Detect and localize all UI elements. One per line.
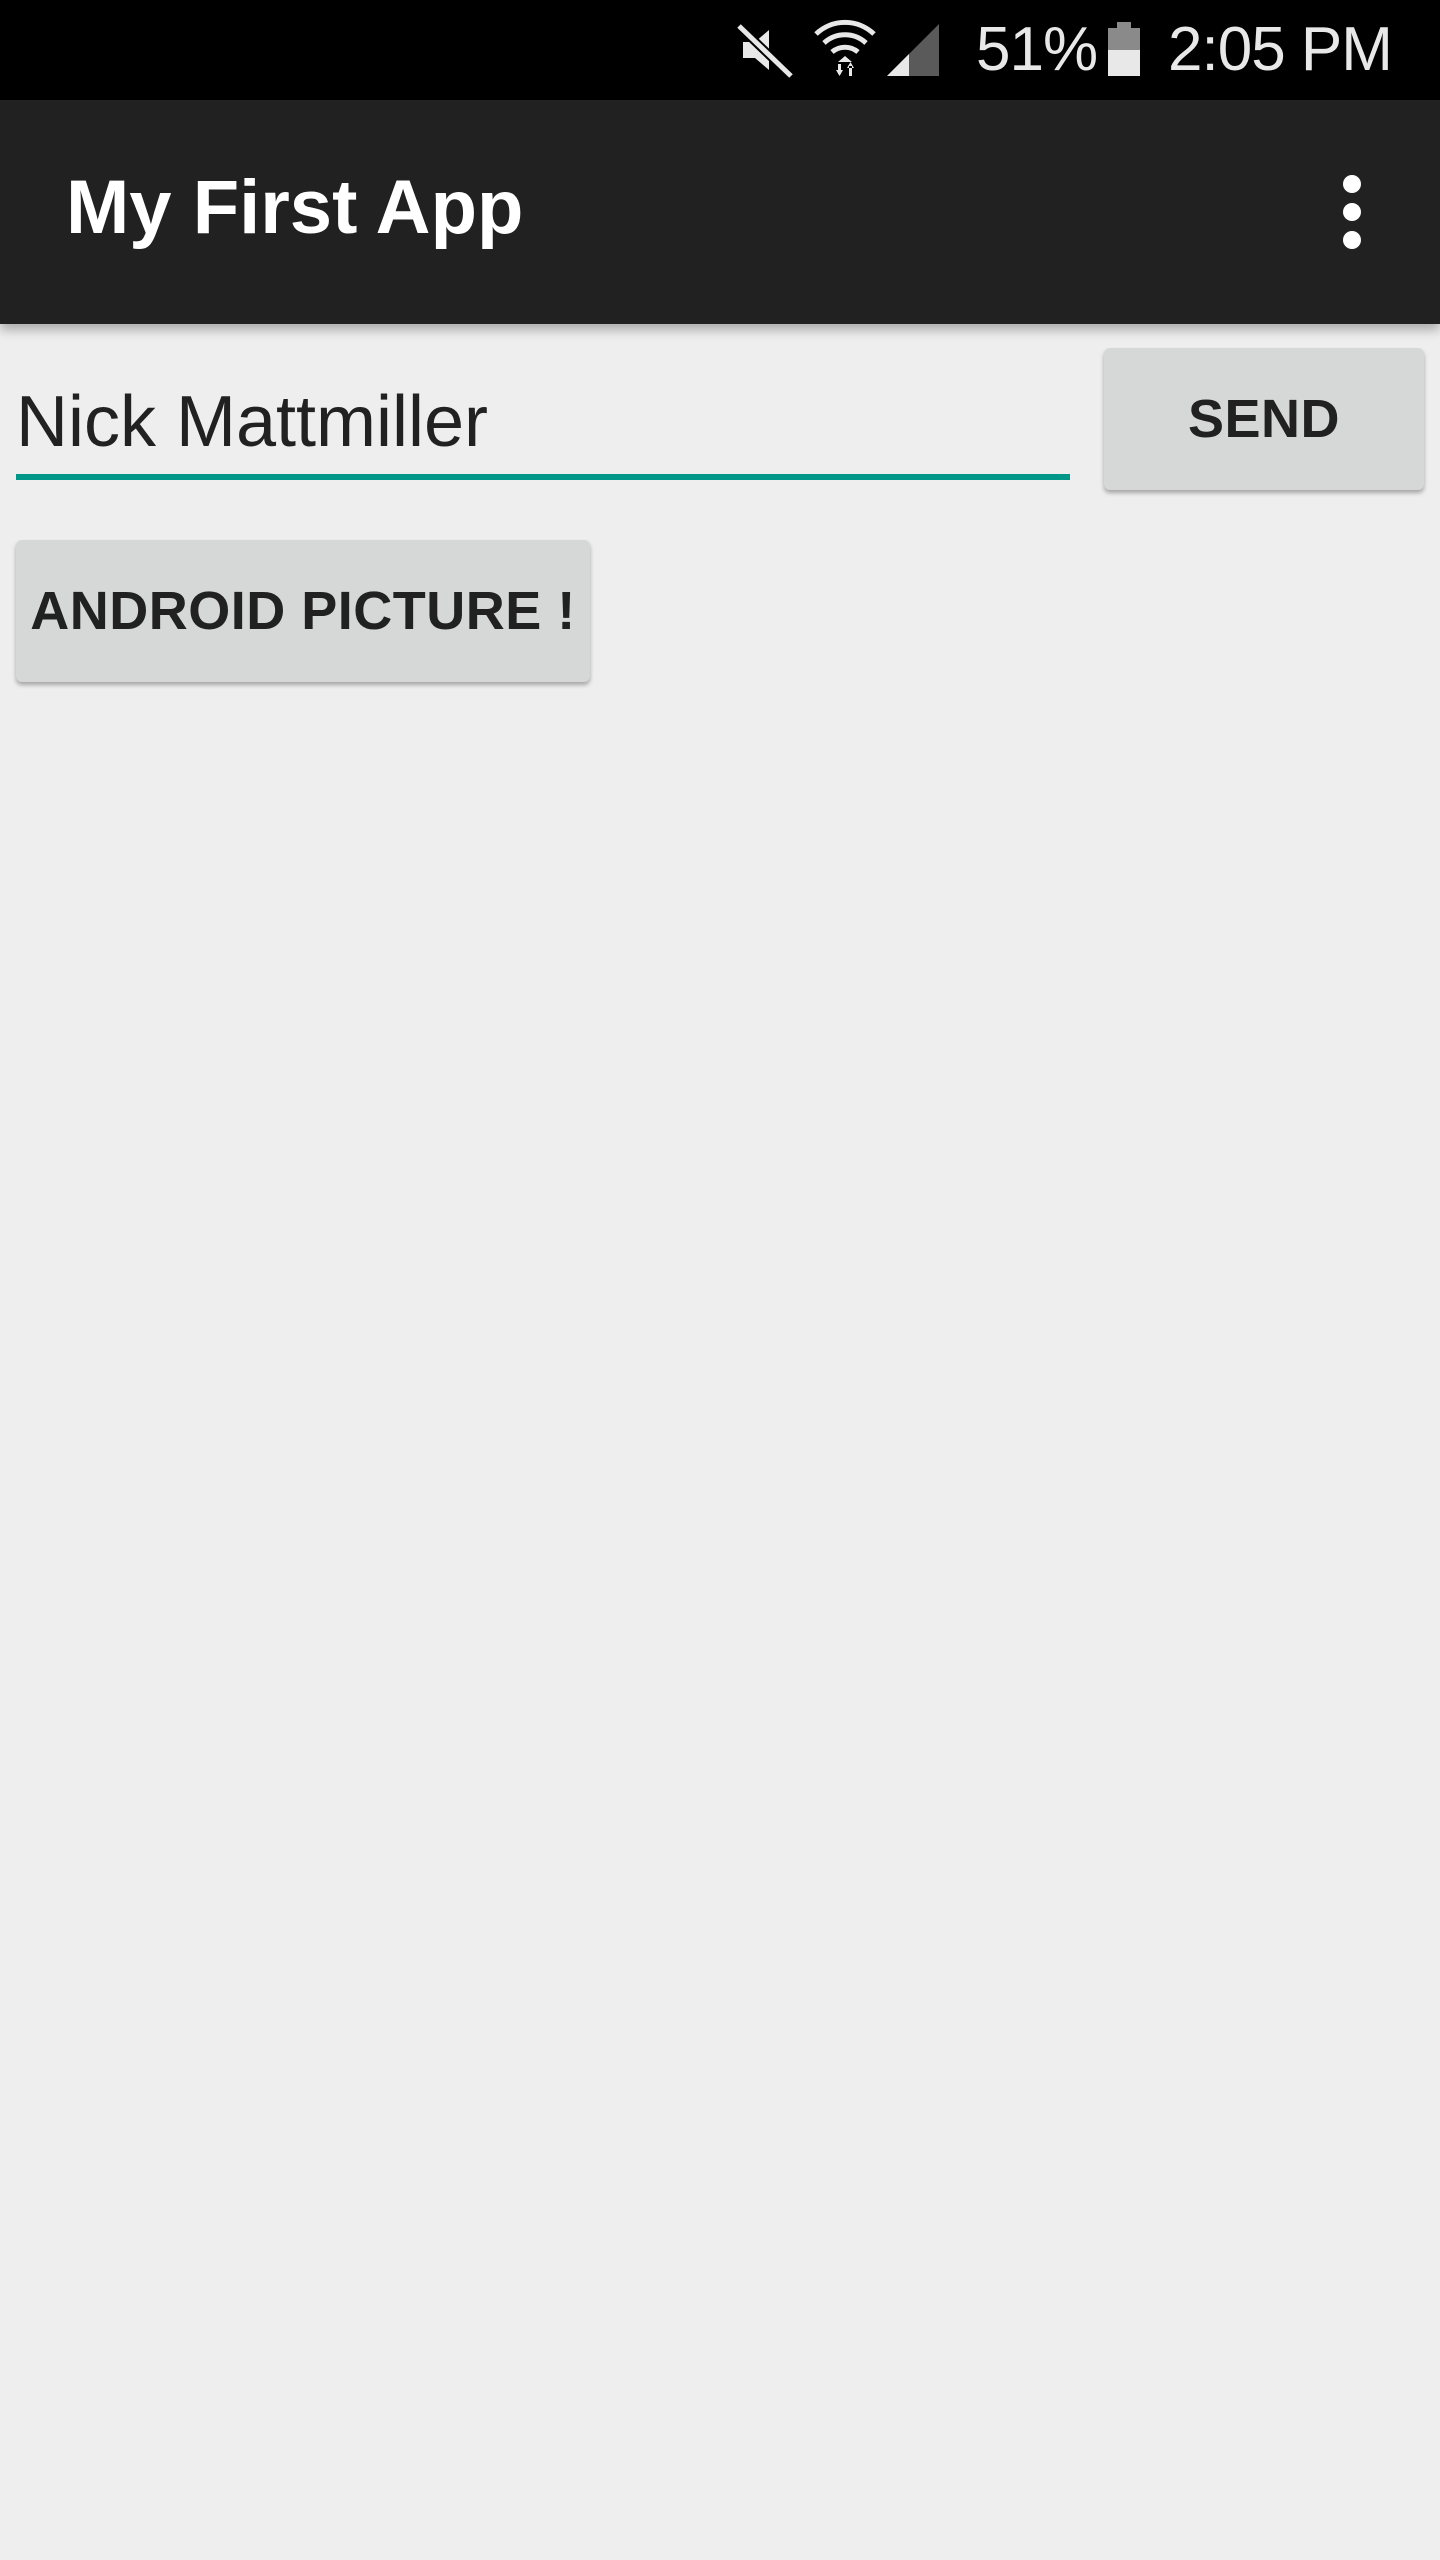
more-vert-icon[interactable]	[1316, 160, 1388, 264]
clock: 2:05 PM	[1168, 15, 1393, 84]
message-input[interactable]	[16, 370, 1070, 480]
send-button[interactable]: SEND	[1104, 348, 1424, 490]
app-toolbar: My First App	[0, 100, 1440, 324]
app-title: My First App	[66, 165, 524, 250]
signal-icon	[887, 24, 939, 76]
status-bar: 51% 2:05 PM	[0, 0, 1440, 100]
mute-icon	[735, 22, 795, 80]
android-picture-button[interactable]: ANDROID PICTURE !	[16, 540, 590, 682]
battery-percent: 51%	[976, 15, 1098, 84]
wifi-icon	[814, 19, 876, 76]
battery-icon	[1108, 22, 1140, 76]
main-content: SEND ANDROID PICTURE !	[0, 324, 1440, 2560]
